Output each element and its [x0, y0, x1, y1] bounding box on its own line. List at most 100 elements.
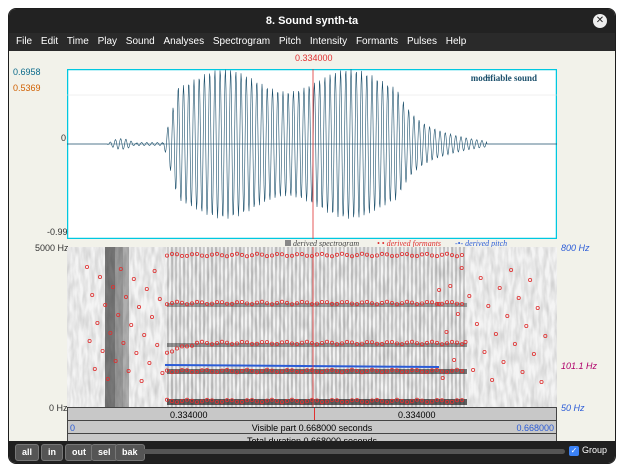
group-label: Group — [581, 445, 607, 455]
menu-bar: File Edit Time Play Sound Analyses Spect… — [9, 33, 615, 51]
menu-file[interactable]: File — [13, 33, 35, 47]
spectrogram-pulse-stripe — [279, 247, 281, 407]
spectrogram-pulse-stripe — [187, 247, 189, 407]
spectrogram-formant-band — [167, 343, 467, 347]
spectrogram-pulse-stripe — [379, 247, 381, 407]
left-duration-label: 0.334000 — [170, 410, 208, 420]
spectrogram-pulse-stripe — [307, 247, 309, 407]
menu-analyses[interactable]: Analyses — [161, 33, 208, 47]
spectrogram-pulse-stripe — [175, 247, 177, 407]
spectrogram-pulse-stripe — [335, 247, 337, 407]
checkbox-checked-icon[interactable]: ✓ — [568, 445, 579, 456]
spectrogram-pulse-stripe — [411, 247, 413, 407]
spectrogram-pulse-stripe — [227, 247, 229, 407]
spectrogram-pulse-stripe — [231, 247, 233, 407]
spectrogram-pulse-stripe — [463, 247, 465, 407]
wave-yzero-label: 0 — [61, 133, 67, 143]
spectrogram-pulse-stripe — [419, 247, 421, 407]
spectrogram-panel[interactable] — [67, 247, 557, 407]
spectrogram-pulse-stripe — [199, 247, 201, 407]
spectrogram-pulse-stripe — [331, 247, 333, 407]
waveform-panel[interactable]: modifiable sound ~ — [67, 69, 557, 239]
spectrogram-pulse-stripe — [251, 247, 253, 407]
spectrogram-pulse-stripe — [219, 247, 221, 407]
spectrogram-pulse-stripe — [183, 247, 185, 407]
spectrogram-pulse-stripe — [303, 247, 305, 407]
menu-help[interactable]: Help — [443, 33, 470, 47]
wave-ymin-label: -0.99 — [47, 227, 68, 237]
bottom-toolbar: all in out sel bak ✓ Group — [9, 441, 615, 463]
spectrogram-pulse-stripe — [395, 247, 397, 407]
spectrogram-pulse-stripe — [255, 247, 257, 407]
spectrogram-pulse-stripe — [239, 247, 241, 407]
view-all-button[interactable]: all — [15, 444, 40, 461]
spectrogram-pulse-stripe — [399, 247, 401, 407]
spectrogram-pulse-stripe — [427, 247, 429, 407]
spectrogram-pulse-stripe — [443, 247, 445, 407]
menu-edit[interactable]: Edit — [38, 33, 61, 47]
pitch-value-label: 101.1 Hz — [561, 361, 598, 371]
title-bar: 8. Sound synth-ta ✕ — [9, 9, 615, 33]
zoom-selection-button[interactable]: sel — [91, 444, 118, 461]
spectrogram-pulse-stripe — [287, 247, 289, 407]
spectrogram-pulse-stripe — [391, 247, 393, 407]
wave-ymax-label: 0.6958 — [13, 67, 41, 77]
spectrogram-pulse-stripe — [363, 247, 365, 407]
spectrogram-pulse-stripe — [351, 247, 353, 407]
spectrogram-pulse-stripe — [191, 247, 193, 407]
menu-pulses[interactable]: Pulses — [404, 33, 440, 47]
spectrogram-pulse-stripe — [207, 247, 209, 407]
spectrogram-pulse-stripe — [387, 247, 389, 407]
spec-ytop-label: 5000 Hz — [35, 243, 69, 253]
spectrogram-pulse-stripe — [295, 247, 297, 407]
spectrogram-pulse-stripe — [327, 247, 329, 407]
spectrogram-pulse-stripe — [343, 247, 345, 407]
spectrogram-pulse-stripe — [291, 247, 293, 407]
menu-pitch[interactable]: Pitch — [276, 33, 304, 47]
spectrogram-pulse-stripe — [323, 247, 325, 407]
menu-intensity[interactable]: Intensity — [307, 33, 350, 47]
menu-spectrogram[interactable]: Spectrogram — [210, 33, 273, 47]
spectrogram-pulse-stripe — [423, 247, 425, 407]
menu-play[interactable]: Play — [95, 33, 120, 47]
spectrogram-pulse-stripe — [299, 247, 301, 407]
spectrogram-pulse-stripe — [407, 247, 409, 407]
timebar-cursor-line — [314, 408, 315, 420]
wave-legend-text: modifiable sound — [471, 73, 537, 83]
zoom-in-button[interactable]: in — [41, 444, 63, 461]
zoom-out-button[interactable]: out — [65, 444, 93, 461]
spectrogram-pulse-stripe — [247, 247, 249, 407]
spectrogram-pulse-stripe — [243, 247, 245, 407]
close-button[interactable]: ✕ — [593, 14, 607, 28]
spectrogram-pulse-stripe — [315, 247, 317, 407]
spectrogram-pulse-stripe — [203, 247, 205, 407]
cursor-time-label: 0.334000 — [295, 53, 333, 63]
spectrogram-pulse-stripe — [355, 247, 357, 407]
menu-sound[interactable]: Sound — [123, 33, 158, 47]
spectrogram-pulse-stripe — [271, 247, 273, 407]
spectrogram-pulse-stripe — [267, 247, 269, 407]
spectrogram-pulse-stripe — [451, 247, 453, 407]
time-selection-bar[interactable]: 0.334000 0.334000 — [67, 407, 557, 421]
spectrogram-pulse-stripe — [415, 247, 417, 407]
praat-sound-window: 8. Sound synth-ta ✕ File Edit Time Play … — [8, 8, 616, 464]
spectrogram-pulse-stripe — [171, 247, 173, 407]
spectrogram-pulse-stripe — [195, 247, 197, 407]
spectrogram-pulse-stripe — [431, 247, 433, 407]
spectrogram-pulse-stripe — [211, 247, 213, 407]
spectrogram-pulse-stripe — [215, 247, 217, 407]
editor-canvas[interactable]: 0.334000 0.6958 0.5369 0 -0.99 modifiabl… — [9, 51, 615, 447]
right-duration-label: 0.334000 — [398, 410, 436, 420]
group-toggle[interactable]: ✓ Group — [568, 445, 607, 456]
spectrogram-pulse-stripe — [223, 247, 225, 407]
menu-time[interactable]: Time — [64, 33, 92, 47]
visible-part-bar[interactable]: 0 Visible part 0.668000 seconds 0.668000 — [67, 420, 557, 434]
horizontal-scrollbar[interactable] — [139, 449, 565, 454]
spectrogram-dark-band — [105, 247, 115, 407]
spectrogram-pulse-stripe — [447, 247, 449, 407]
spec-ybottom-label: 0 Hz — [49, 403, 68, 413]
spectrogram-pulse-stripe — [359, 247, 361, 407]
pitch-top-label: 800 Hz — [561, 243, 590, 253]
spectrogram-pulse-stripe — [367, 247, 369, 407]
menu-formants[interactable]: Formants — [353, 33, 401, 47]
